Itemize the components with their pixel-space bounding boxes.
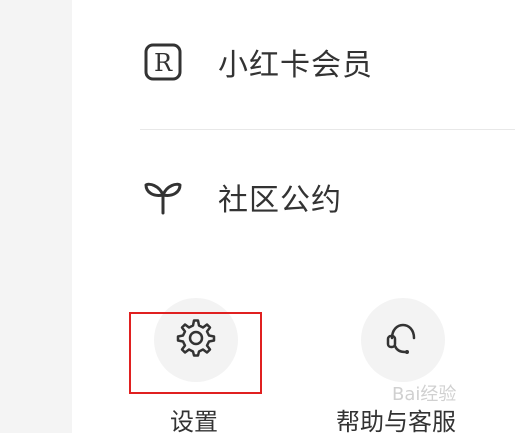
r-badge-icon: R xyxy=(140,39,186,85)
menu-item-member-label: 小红卡会员 xyxy=(218,48,373,83)
left-panel-strip xyxy=(0,0,72,433)
divider xyxy=(140,129,515,130)
settings-label: 设置 xyxy=(170,408,218,436)
help-support-label: 帮助与客服 xyxy=(336,408,456,436)
headset-icon xyxy=(383,318,423,362)
menu-item-member[interactable]: R 小红卡会员 xyxy=(140,32,373,92)
sprout-icon xyxy=(140,174,186,220)
menu-item-community[interactable]: 社区公约 xyxy=(140,167,342,227)
menu-item-community-label: 社区公约 xyxy=(218,183,342,218)
svg-text:R: R xyxy=(154,49,173,77)
highlight-annotation-box xyxy=(129,312,262,394)
watermark: Bai经验 xyxy=(392,384,457,405)
help-support-button[interactable] xyxy=(361,298,445,382)
